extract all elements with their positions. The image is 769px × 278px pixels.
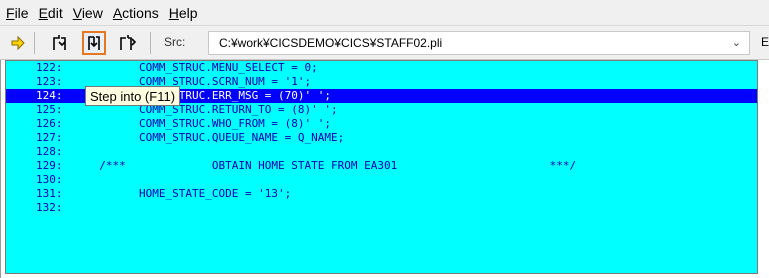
line-number: 128: [36,145,63,158]
menu-view[interactable]: View [69,5,107,21]
menu-file[interactable]: File [2,5,33,21]
source-line[interactable]: 129: /*** OBTAIN HOME STATE FROM EA301 *… [6,159,757,173]
toolbar-separator [34,32,35,54]
source-line[interactable]: 122: COMM_STRUC.MENU_SELECT = 0; [6,61,757,75]
step-over-icon[interactable] [48,31,72,55]
source-line[interactable]: 127: COMM_STRUC.QUEUE_NAME = Q_NAME; [6,131,757,145]
source-file-select[interactable]: C:¥work¥CICSDEMO¥CICS¥STAFF02.pli ⌄ [208,31,750,55]
menu-actions[interactable]: Actions [109,5,163,21]
source-line[interactable]: 131: HOME_STATE_CODE = '13'; [6,187,757,201]
step-into-icon[interactable] [82,31,106,55]
line-text: COMM_STRUC.QUEUE_NAME = Q_NAME; [86,131,345,144]
line-number: 130: [36,173,63,186]
run-arrow-icon[interactable] [6,31,30,55]
source-line[interactable]: 128: [6,145,757,159]
line-text: /*** OBTAIN HOME STATE FROM EA301 ***/ [86,159,577,172]
line-text: COMM_STRUC.WHO_FROM = (8)' '; [86,117,332,130]
chevron-down-icon[interactable]: ⌄ [732,36,741,49]
source-line[interactable]: 126: COMM_STRUC.WHO_FROM = (8)' '; [6,117,757,131]
menu-help[interactable]: Help [165,5,202,21]
toolbar-truncated-label: E [761,35,769,49]
toolbar: Src: C:¥work¥CICSDEMO¥CICS¥STAFF02.pli ⌄… [0,26,769,60]
line-text: HOME_STATE_CODE = '13'; [86,187,292,200]
line-number: 125: [36,103,63,116]
toolbar-separator [150,32,151,54]
line-number: 131: [36,187,63,200]
step-into-tooltip: Step into (F11) [85,86,181,106]
line-number: 129: [36,159,63,172]
line-number: 126: [36,117,63,130]
menu-edit[interactable]: Edit [35,5,67,21]
line-number: 123: [36,75,63,88]
source-file-path: C:¥work¥CICSDEMO¥CICS¥STAFF02.pli [219,36,443,50]
line-number: 127: [36,131,63,144]
menu-bar: File Edit View Actions Help [0,0,769,26]
src-label: Src: [164,35,186,49]
line-number: 132: [36,201,63,214]
line-number: 124: [36,89,63,102]
step-return-icon[interactable] [116,31,140,55]
line-text: COMM_STRUC.MENU_SELECT = 0; [86,61,318,74]
source-line[interactable]: 130: [6,173,757,187]
source-line[interactable]: 132: [6,201,757,215]
line-number: 122: [36,61,63,74]
